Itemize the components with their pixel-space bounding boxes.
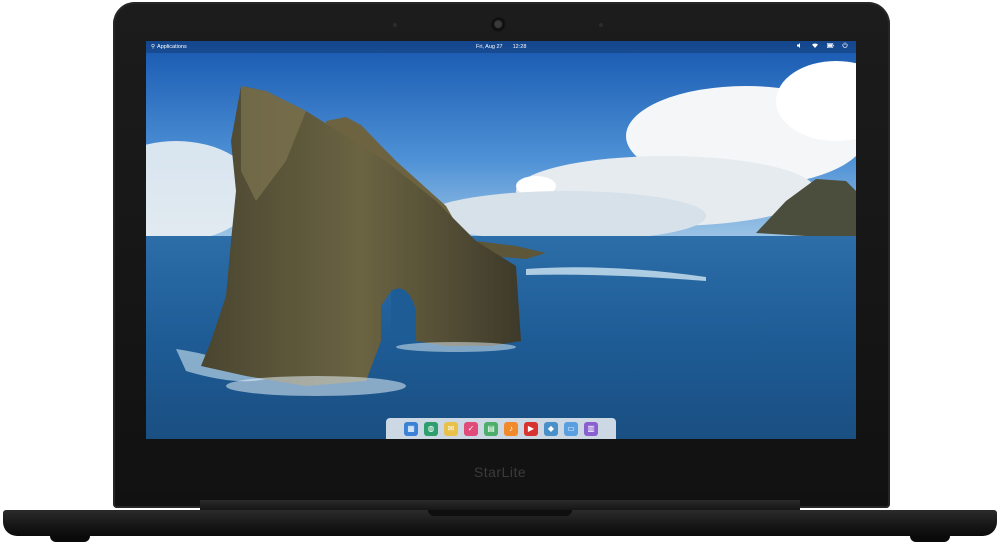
browser-icon: ◍ [427,423,435,433]
dock-app-tasks[interactable]: ✓ [464,421,478,436]
applications-menu[interactable]: ⚲ Applications [151,41,187,53]
volume-icon[interactable] [797,41,803,48]
appcenter-icon: ▥ [587,423,595,433]
dock-app-files[interactable]: ▭ [564,421,578,436]
brand-logo: StarLite [473,464,527,480]
files-icon: ▭ [567,423,575,433]
system-indicators [797,41,848,48]
dock-app-mail[interactable]: ✉ [444,421,458,436]
microphone-dot [393,23,397,27]
photos-icon: ◆ [547,423,555,433]
dock-app-calendar[interactable]: ▤ [484,421,498,436]
applications-label: Applications [157,44,187,50]
sensor-dot [599,23,603,27]
search-icon: ⚲ [151,44,156,50]
time-label: 12:28 [512,44,527,50]
tasks-icon: ✓ [467,423,475,433]
lid-opening-notch [428,510,572,516]
laptop: StarLite ⚲ Applications Fri, Aug 27 12:2… [0,0,1000,550]
dock-app-web-browser[interactable]: ◍ [424,421,438,436]
dock-app-photos[interactable]: ◆ [544,421,558,436]
laptop-foot-left [50,536,90,542]
videos-icon: ▶ [527,423,535,433]
date-label: Fri, Aug 27 [476,44,503,50]
music-icon: ♪ [509,423,513,433]
mail-icon: ✉ [447,423,455,433]
dock-app-videos[interactable]: ▶ [524,421,538,436]
dock: ▦ ◍ ✉ ✓ ▤ ♪ ▶ ◆ ▭ ▥ [386,418,616,439]
top-panel: ⚲ Applications Fri, Aug 27 12:28 [146,41,856,53]
datetime-indicator[interactable]: Fri, Aug 27 12:28 [476,41,526,53]
desktop-screen: ⚲ Applications Fri, Aug 27 12:28 ▦ ◍ ✉ ✓… [146,41,856,439]
wifi-icon[interactable] [812,41,818,48]
battery-icon[interactable] [827,41,834,48]
multitasking-icon: ▦ [407,423,415,433]
dock-app-music[interactable]: ♪ [504,421,518,436]
dock-app-multitasking-view[interactable]: ▦ [404,421,418,436]
webcam-icon [491,17,507,33]
laptop-hinge [200,500,800,510]
dock-app-appcenter[interactable]: ▥ [584,421,598,436]
power-icon[interactable] [842,41,848,48]
wallpaper-image [146,41,856,439]
laptop-foot-right [910,536,950,542]
calendar-icon: ▤ [487,423,495,433]
